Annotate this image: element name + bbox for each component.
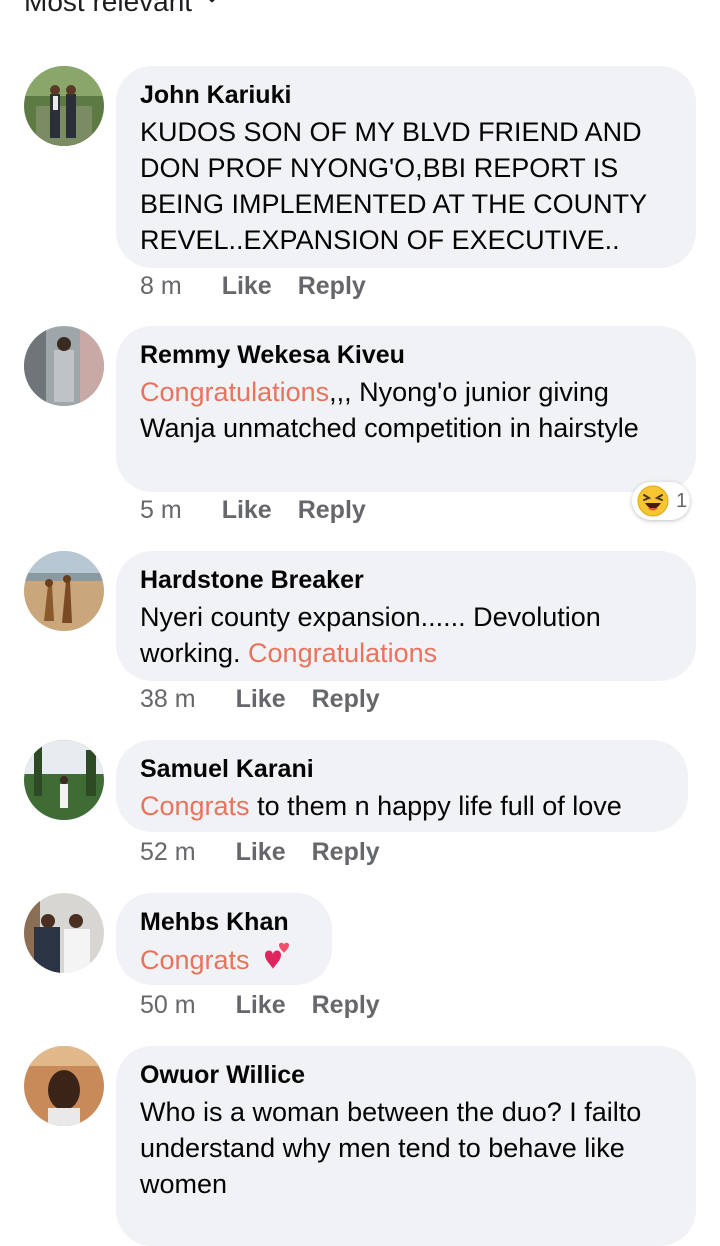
comment-author[interactable]: Remmy Wekesa Kiveu — [140, 340, 672, 370]
comment-actions: 5 m Like Reply — [140, 496, 366, 525]
comment-text: Congratulations,,, Nyong'o junior giving… — [140, 374, 672, 446]
comment-time[interactable]: 52 m — [140, 838, 196, 867]
avatar[interactable] — [24, 326, 104, 406]
comment-text: Congrats to them n happy life full of lo… — [140, 788, 664, 824]
avatar[interactable] — [24, 66, 104, 146]
comment-actions: 8 m Like Reply — [140, 272, 366, 301]
comment-bubble: Hardstone Breaker Nyeri county expansion… — [116, 551, 696, 681]
comment-time[interactable]: 50 m — [140, 991, 196, 1020]
like-button[interactable]: Like — [236, 838, 286, 867]
reply-button[interactable]: Reply — [312, 685, 380, 714]
laughing-emoji-icon — [637, 485, 669, 517]
comment-text: KUDOS SON OF MY BLVD FRIEND AND DON PROF… — [140, 117, 647, 255]
reaction-summary[interactable]: 1 — [632, 482, 690, 520]
chevron-down-icon — [209, 0, 215, 3]
hashtag-link[interactable]: Congrats — [140, 791, 250, 821]
comment-text: Nyeri county expansion...... Devolution … — [140, 599, 672, 671]
reaction-count: 1 — [676, 489, 688, 512]
comment-actions: 52 m Like Reply — [140, 838, 380, 867]
comment-actions: 50 m Like Reply — [140, 991, 380, 1020]
hashtag-link[interactable]: Congrats — [140, 945, 250, 975]
comment-author[interactable]: John Kariuki — [140, 80, 672, 110]
hashtag-link[interactable]: Congratulations — [140, 377, 329, 407]
comment-time[interactable]: 8 m — [140, 272, 182, 301]
comment-actions: 38 m Like Reply — [140, 685, 380, 714]
reply-button[interactable]: Reply — [298, 496, 366, 525]
like-button[interactable]: Like — [222, 496, 272, 525]
comment-time[interactable]: 38 m — [140, 685, 196, 714]
comment-time[interactable]: 5 m — [140, 496, 182, 525]
reply-button[interactable]: Reply — [298, 272, 366, 301]
sort-dropdown[interactable]: Most relevant — [24, 0, 220, 18]
avatar[interactable] — [24, 1046, 104, 1126]
reply-button[interactable]: Reply — [312, 838, 380, 867]
reply-button[interactable]: Reply — [312, 991, 380, 1020]
like-button[interactable]: Like — [236, 685, 286, 714]
sort-label: Most relevant — [24, 0, 193, 17]
hashtag-link[interactable]: Congratulations — [248, 638, 437, 668]
comment-bubble: Samuel Karani Congrats to them n happy l… — [116, 740, 688, 832]
comment-author[interactable]: Samuel Karani — [140, 754, 664, 784]
comment-bubble: Mehbs Khan Congrats — [116, 893, 332, 985]
comment-bubble: Owuor Willice Who is a woman between the… — [116, 1046, 696, 1246]
comment-text: Who is a woman between the duo? I failto… — [140, 1097, 642, 1199]
comment-bubble: John Kariuki KUDOS SON OF MY BLVD FRIEND… — [116, 66, 696, 268]
comment-author[interactable]: Mehbs Khan — [140, 907, 308, 937]
two-hearts-icon — [265, 942, 290, 969]
comment-bubble: Remmy Wekesa Kiveu Congratulations,,, Ny… — [116, 326, 696, 492]
comment-text-body: to them n happy life full of love — [249, 791, 622, 821]
comment-text: Congrats — [140, 941, 308, 978]
avatar[interactable] — [24, 551, 104, 631]
comment-author[interactable]: Hardstone Breaker — [140, 565, 672, 595]
avatar[interactable] — [24, 740, 104, 820]
avatar[interactable] — [24, 893, 104, 973]
like-button[interactable]: Like — [222, 272, 272, 301]
comment-author[interactable]: Owuor Willice — [140, 1060, 672, 1090]
like-button[interactable]: Like — [236, 991, 286, 1020]
